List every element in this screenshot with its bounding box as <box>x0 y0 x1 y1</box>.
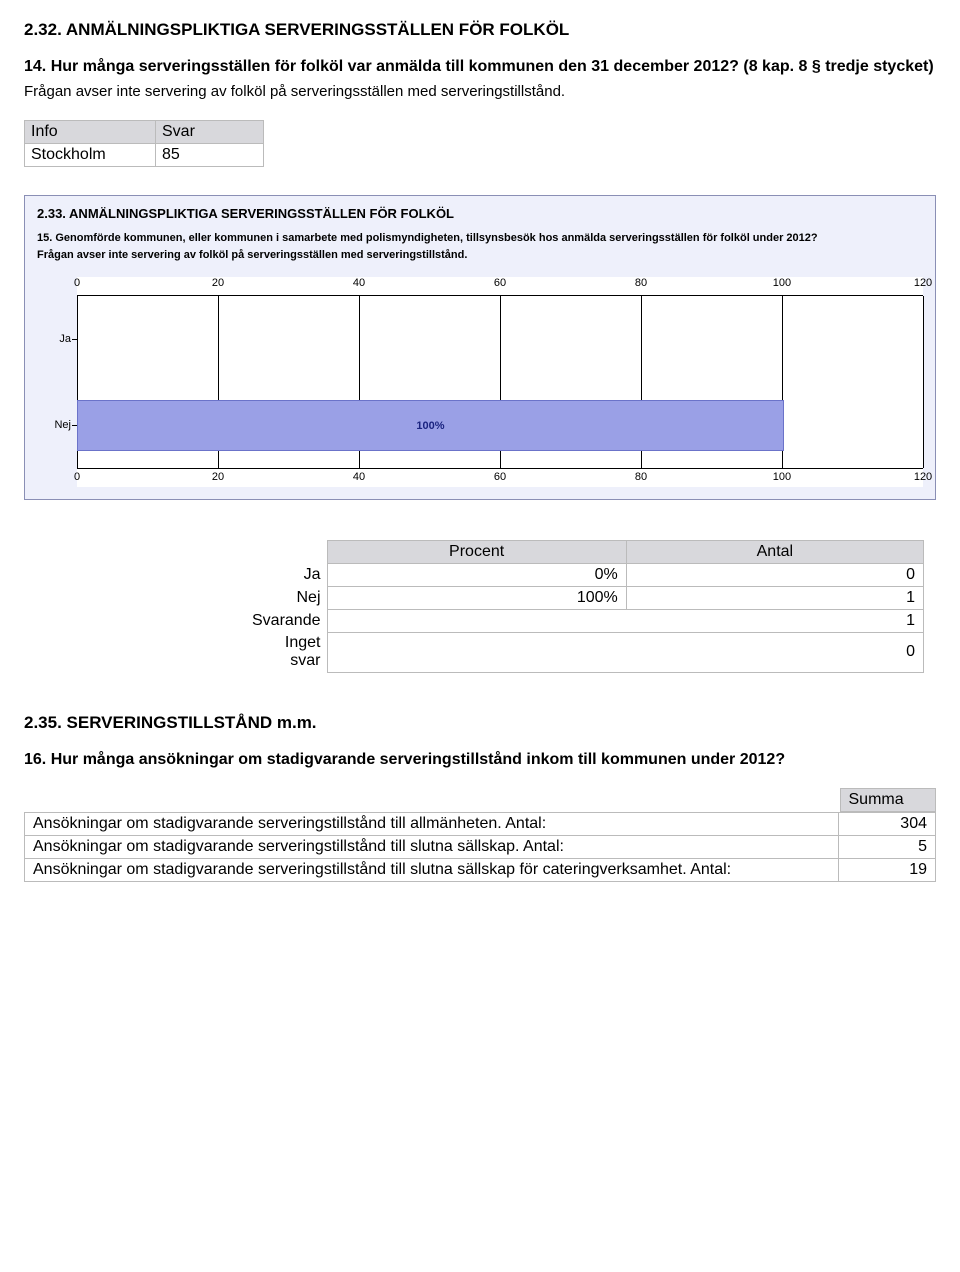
summa-table: Summa Ansökningar om stadigvarande serve… <box>24 788 936 882</box>
bar-label-nej: 100% <box>416 420 444 432</box>
tick-bot-40: 40 <box>353 471 365 483</box>
info-head-right: Svar <box>156 120 264 143</box>
panel-question: 15. Genomförde kommunen, eller kommunen … <box>37 231 923 246</box>
row-tick <box>72 339 77 340</box>
row-svarande-label: Svarande <box>244 609 327 632</box>
section-235-title: 2.35. SERVERINGSTILLSTÅND m.m. <box>24 713 936 733</box>
summa-row3-desc: Ansökningar om stadigvarande serveringst… <box>25 859 839 882</box>
summa-row1-desc: Ansökningar om stadigvarande serveringst… <box>25 813 839 836</box>
summa-row3-val: 19 <box>839 859 936 882</box>
info-cell-right: 85 <box>156 143 264 166</box>
ja-pct: 0% <box>327 563 626 586</box>
row-nej-label: Nej <box>244 586 327 609</box>
summa-row2-val: 5 <box>839 836 936 859</box>
tick-bot-0: 0 <box>74 471 80 483</box>
plot-area: Ja Nej 100% <box>77 295 923 469</box>
nej-pct: 100% <box>327 586 626 609</box>
col-antal: Antal <box>626 540 923 563</box>
info-cell-left: Stockholm <box>25 143 156 166</box>
row-nej: Nej 100% <box>77 382 923 468</box>
row-ja: Ja <box>77 296 923 382</box>
q14-note: Frågan avser inte servering av folköl på… <box>24 82 936 102</box>
ja-n: 0 <box>626 563 923 586</box>
tick-top-60: 60 <box>494 277 506 289</box>
tick-top-100: 100 <box>773 277 791 289</box>
blank-cell <box>244 540 327 563</box>
panel-title: 2.33. ANMÄLNINGSPLIKTIGA SERVERINGSSTÄLL… <box>37 206 923 221</box>
tick-bot-120: 120 <box>914 471 932 483</box>
q16-text: 16. Hur många ansökningar om stadigvaran… <box>24 749 936 771</box>
tick-top-120: 120 <box>914 277 932 289</box>
row-inget-label: Inget svar <box>244 632 327 672</box>
gridline <box>923 296 924 468</box>
summa-head-wrap: Summa <box>25 788 936 813</box>
tick-top-40: 40 <box>353 277 365 289</box>
panel-note: Frågan avser inte servering av folköl på… <box>37 248 923 263</box>
tick-bot-60: 60 <box>494 471 506 483</box>
summa-row1-val: 304 <box>839 813 936 836</box>
nej-n: 1 <box>626 586 923 609</box>
info-table: Info Svar Stockholm 85 <box>24 120 264 167</box>
tick-top-20: 20 <box>212 277 224 289</box>
row-ja-label: Ja <box>244 563 327 586</box>
summa-row2-desc: Ansökningar om stadigvarande serveringst… <box>25 836 839 859</box>
bar-nej: 100% <box>77 400 784 450</box>
col-procent: Procent <box>327 540 626 563</box>
tick-top-0: 0 <box>74 277 80 289</box>
row-label-ja: Ja <box>37 333 71 345</box>
x-axis-top: 0 20 40 60 80 100 120 <box>77 277 923 293</box>
info-head-left: Info <box>25 120 156 143</box>
q14-text: 14. Hur många serveringsställen för folk… <box>24 56 936 78</box>
results-table: Procent Antal Ja 0% 0 Nej 100% 1 Svarand… <box>244 540 924 673</box>
tick-bot-20: 20 <box>212 471 224 483</box>
chart-panel: 2.33. ANMÄLNINGSPLIKTIGA SERVERINGSSTÄLL… <box>24 195 936 500</box>
tick-top-80: 80 <box>635 277 647 289</box>
tick-bot-80: 80 <box>635 471 647 483</box>
summa-header: Summa <box>840 788 936 812</box>
tick-bot-100: 100 <box>773 471 791 483</box>
inget-n: 0 <box>327 632 924 672</box>
section-232-title: 2.32. ANMÄLNINGSPLIKTIGA SERVERINGSSTÄLL… <box>24 20 936 40</box>
row-label-nej: Nej <box>37 419 71 431</box>
x-axis-bottom: 0 20 40 60 80 100 120 <box>77 471 923 487</box>
chart: 0 20 40 60 80 100 120 Ja Nej 1 <box>77 277 923 487</box>
svarande-n: 1 <box>327 609 924 632</box>
